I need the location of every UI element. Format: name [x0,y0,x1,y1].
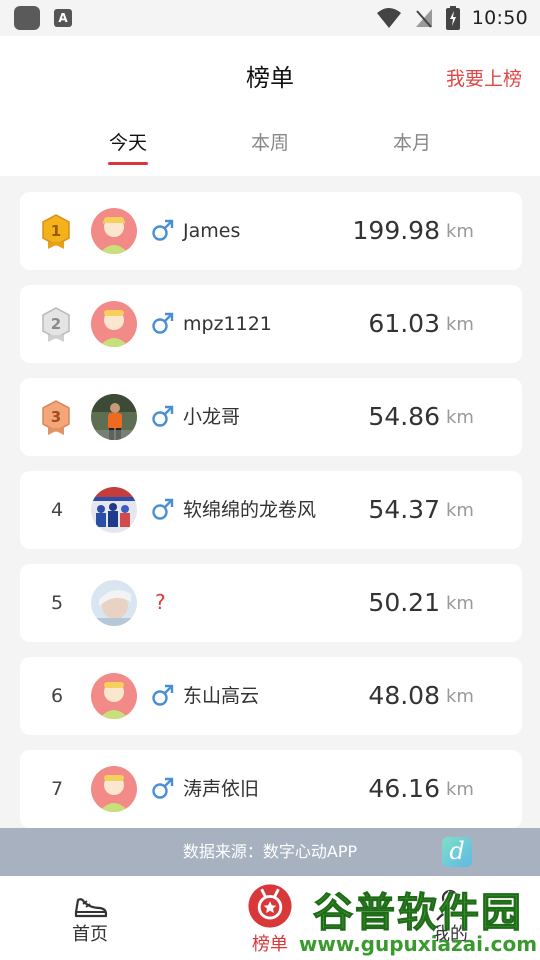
avatar [91,394,137,440]
user-name: James [183,220,241,242]
tab-this-week[interactable]: 本周 [210,128,330,155]
silver-medal-icon: 2 [42,307,70,342]
rank-number: 7 [50,778,64,800]
avatar [91,766,137,812]
distance-value: 46.16 [368,774,440,803]
no-signal-icon [415,9,432,28]
data-source-banner: 数据来源：数字心动APP d [0,828,540,876]
app-logo-icon[interactable]: d [442,837,472,867]
svg-text:2: 2 [51,315,61,333]
male-icon [152,312,174,334]
avatar [91,673,137,719]
status-icons: 10:50 [376,5,528,31]
battery-charging-icon [445,6,460,30]
a-notification-icon: A [54,9,72,27]
user-name: 软绵绵的龙卷风 [183,499,317,521]
distance-unit: km [446,500,474,521]
leaderboard-row[interactable]: 4 软绵绵的龙卷风 54.37 km [20,471,522,549]
male-icon [152,405,174,427]
distance-unit: km [446,221,474,242]
app-root: A 10:50 榜单 我要上榜 今天 本周 本月 1 James 199.98 … [0,0,540,960]
status-bar: A 10:50 [0,0,540,36]
sneaker-icon [74,898,108,918]
distance-unit: km [446,407,474,428]
nav-home-label: 首页 [72,924,108,945]
distance-value: 61.03 [368,309,440,338]
distance-unit: km [446,593,474,614]
avatar [91,580,137,626]
nav-home[interactable]: 首页 [30,876,150,960]
bronze-medal-icon: 3 [42,400,70,435]
clock: 10:50 [471,7,528,29]
app-notification-icon [14,6,40,30]
active-tab-indicator [108,162,148,165]
user-name: 小龙哥 [183,406,241,428]
header: 榜单 我要上榜 今天 本周 本月 [0,36,540,176]
distance-value: 48.08 [368,681,440,710]
leaderboard-row[interactable]: 7 涛声依旧 46.16 km [20,750,522,828]
avatar [91,208,137,254]
rank-number: 5 [50,592,64,614]
male-icon [152,498,174,520]
tab-this-month[interactable]: 本月 [352,128,472,155]
wifi-icon [376,8,401,28]
gold-medal-icon: 1 [42,214,70,249]
svg-text:3: 3 [51,408,61,426]
distance-value: 54.37 [368,495,440,524]
avatar [91,301,137,347]
avatar [91,487,137,533]
unknown-gender-icon: ? [155,590,166,614]
user-name: 东山高云 [183,685,260,707]
distance-value: 199.98 [352,216,440,245]
svg-text:1: 1 [51,222,61,240]
join-ranking-link[interactable]: 我要上榜 [446,64,522,91]
distance-value: 50.21 [368,588,440,617]
leaderboard-row[interactable]: 6 东山高云 48.08 km [20,657,522,735]
leaderboard-row[interactable]: 1 James 199.98 km [20,192,522,270]
rank-number: 4 [50,499,64,521]
distance-unit: km [446,779,474,800]
leaderboard-row[interactable]: 3 小龙哥 54.86 km [20,378,522,456]
male-icon [152,684,174,706]
tab-today[interactable]: 今天 [68,128,188,155]
leaderboard-row[interactable]: 2 mpz1121 61.03 km [20,285,522,363]
watermark: 谷普软件园 www.gupuxiazai.com [296,880,540,960]
watermark-url: www.gupuxiazai.com [298,932,538,956]
rank-number: 6 [50,685,64,707]
leaderboard-row[interactable]: 5 ? 50.21 km [20,564,522,642]
distance-unit: km [446,314,474,335]
distance-value: 54.86 [368,402,440,431]
distance-unit: km [446,686,474,707]
period-tabs: 今天 本周 本月 [0,128,540,168]
male-icon [152,777,174,799]
watermark-title: 谷普软件园 [313,890,523,937]
medal-icon [248,884,292,928]
male-icon [152,219,174,241]
user-name: mpz1121 [183,313,272,335]
user-name: 涛声依旧 [183,778,260,800]
